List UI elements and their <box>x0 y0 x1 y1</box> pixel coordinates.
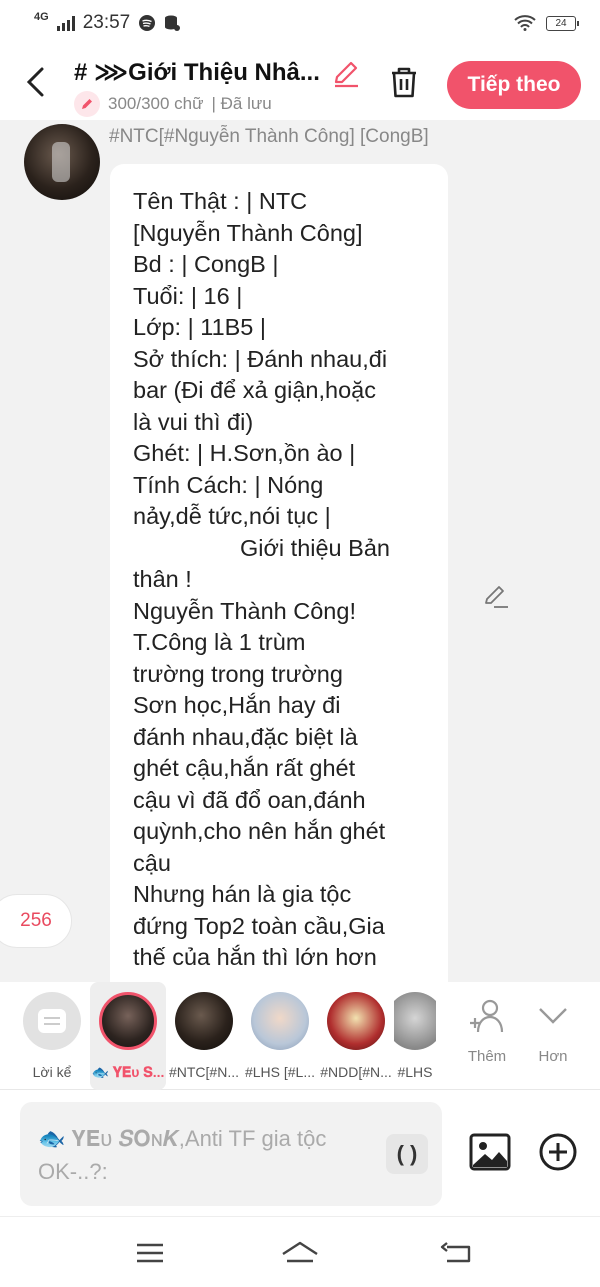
network-type: 4G <box>34 11 49 23</box>
collapse-button[interactable]: Hơn <box>522 998 584 1065</box>
message-line: thân ! <box>133 566 192 592</box>
character-avatar <box>175 992 233 1050</box>
message-line: [Nguyễn Thành Công] <box>133 219 363 246</box>
character-item[interactable]: #NTC[#N... <box>166 982 242 1090</box>
menu-icon[interactable] <box>130 1237 170 1269</box>
message-line: cậu <box>133 849 171 876</box>
next-button[interactable]: Tiếp theo <box>447 61 581 109</box>
message-line: Sơn học,Hắn hay đi <box>133 692 341 718</box>
message-line: Giới thiệu Bản <box>240 534 390 561</box>
message-line: Bd : | CongB | <box>133 251 279 277</box>
more-label: Thêm <box>467 1048 507 1065</box>
signal-icon <box>56 15 75 31</box>
message-bubble[interactable]: Tên Thật : | NTC [Nguyễn Thành Công] Bd … <box>110 164 448 982</box>
edit-message-icon[interactable] <box>482 582 510 610</box>
add-character-button[interactable]: Thêm <box>456 998 518 1065</box>
narrator-icon <box>23 992 81 1050</box>
character-label: #NDD[#N... <box>320 1064 392 1080</box>
delete-button[interactable] <box>386 64 422 100</box>
clock: 23:57 <box>82 12 131 33</box>
music-icon <box>139 15 156 31</box>
story-title[interactable]: # ⋙Giới Thiệu Nhâ... <box>74 58 328 87</box>
home-icon[interactable] <box>280 1237 320 1269</box>
collapse-label: Hơn <box>538 1048 568 1065</box>
edit-title-icon[interactable] <box>330 58 362 90</box>
message-line: là vui thì đi) <box>133 408 254 435</box>
character-label: #NTC[#N... <box>168 1064 239 1080</box>
battery-icon: 24 <box>546 15 579 31</box>
character-avatar <box>327 992 385 1050</box>
editor-header: # ⋙Giới Thiệu Nhâ... 300/300 chữ | Đã lư… <box>0 46 600 120</box>
character-label: 🐟 𝐘𝐄ᴜ 𝐒... <box>91 1064 165 1080</box>
character-narrator[interactable]: Lời kể <box>14 982 90 1090</box>
message-line: Sở thích: | Đánh nhau,đi <box>133 345 388 372</box>
word-count: 300/300 chữ <box>108 94 204 113</box>
count-badge[interactable]: 256 <box>0 894 72 948</box>
back-button[interactable] <box>24 66 52 100</box>
message-line: cậu vì đã đổ oan,đánh <box>133 786 366 813</box>
add-icon[interactable] <box>538 1132 578 1172</box>
save-status: | Đã lưu <box>211 94 272 113</box>
message-line: T.Công là 1 trùm <box>133 629 306 655</box>
composer: 🐟 𝐘𝐄ᴜ 𝑺𝐎ɴ𝑲,Anti TF gia tộc OK-..?: ( ) <box>0 1090 600 1216</box>
message-line: Tên Thật : | NTC <box>133 188 308 214</box>
parenthesis-button[interactable]: ( ) <box>386 1134 428 1174</box>
message-line: Tính Cách: | Nóng <box>133 471 324 498</box>
storage-icon <box>165 15 181 31</box>
message-line: thế của hắn thì lớn hơn <box>133 944 377 970</box>
add-person-icon <box>470 999 504 1033</box>
back-nav-icon[interactable] <box>437 1237 477 1269</box>
character-avatar <box>251 992 309 1050</box>
status-bar: 4G 23:57 24 <box>0 0 600 46</box>
message-line: nảy,dễ tức,nói tục | <box>133 503 331 529</box>
character-item[interactable]: #LHS <box>394 982 436 1090</box>
message-input[interactable]: 🐟 𝐘𝐄ᴜ 𝑺𝐎ɴ𝑲,Anti TF gia tộc OK-..?: <box>20 1102 442 1206</box>
message-line: quỳnh,cho nên hắn ghét <box>133 818 386 844</box>
message-line: Nhưng hán là gia tộc <box>133 881 352 907</box>
save-status-row: 300/300 chữ | Đã lưu <box>74 91 272 117</box>
character-label: #LHS <box>397 1064 433 1080</box>
image-icon[interactable] <box>468 1130 512 1174</box>
pencil-icon <box>74 91 100 117</box>
character-bar: Lời kể 🐟 𝐘𝐄ᴜ 𝐒... #NTC[#N... #LHS [#L...… <box>0 982 600 1090</box>
character-avatar <box>99 992 157 1050</box>
message-line: trường trong trường <box>133 660 343 687</box>
message-line: bar (Đi để xả giận,hoặc <box>133 377 376 403</box>
character-label: #LHS [#L... <box>244 1064 316 1080</box>
message-line: Nguyễn Thành Công! <box>133 597 356 624</box>
message-line: đứng Top2 toàn cầu,Gia <box>133 912 385 939</box>
message-line: đánh nhau,đặc biệt là <box>133 723 358 750</box>
chat-area[interactable]: #NTC[#Nguyễn Thành Công] [CongB] Tên Thậ… <box>0 120 600 982</box>
character-selected[interactable]: 🐟 𝐘𝐄ᴜ 𝐒... <box>90 982 166 1090</box>
character-item[interactable]: #LHS [#L... <box>242 982 318 1090</box>
sender-name: #NTC[#Nguyễn Thành Công] [CongB] <box>109 126 429 147</box>
sender-avatar[interactable] <box>24 124 100 200</box>
message-line: Ghét: | H.Sơn,ồn ào | <box>133 440 356 466</box>
character-avatar <box>394 992 436 1050</box>
wifi-icon <box>514 15 536 31</box>
message-line: Tuổi: | 16 | <box>133 282 243 309</box>
message-line: Lớp: | 11B5 | <box>133 314 267 340</box>
chevron-down-icon <box>539 1008 567 1024</box>
chevron-left-icon <box>26 67 44 97</box>
character-label: Lời kể <box>32 1064 72 1080</box>
message-line: ghét cậu,hắn rất ghét <box>133 755 356 781</box>
character-item[interactable]: #NDD[#N... <box>318 982 394 1090</box>
system-nav-bar <box>0 1216 600 1287</box>
